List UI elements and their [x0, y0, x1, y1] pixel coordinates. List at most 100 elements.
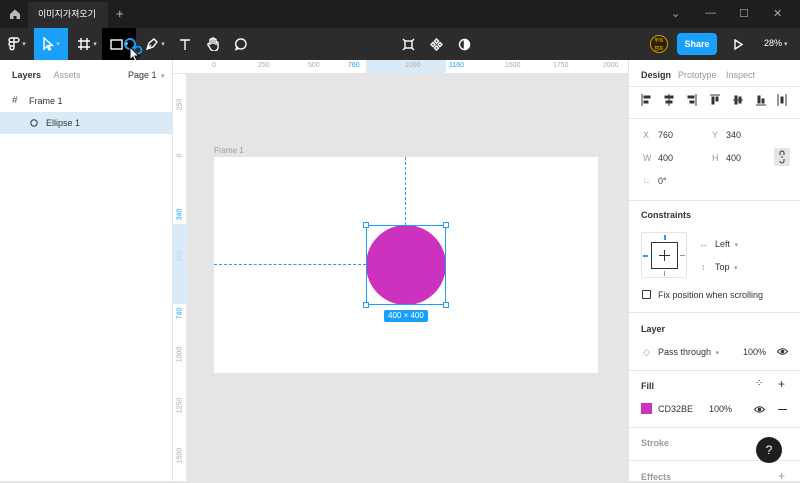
crop-frame-icon: [402, 38, 414, 50]
tab-inspect[interactable]: Inspect: [726, 70, 755, 80]
fill-color-swatch[interactable]: [641, 403, 652, 414]
blend-mode-value: Pass through: [658, 347, 712, 357]
tab-layers[interactable]: Layers: [12, 70, 41, 80]
vertical-ruler: 250 0 340 500 740 1000 1250 1500: [173, 74, 187, 481]
fix-position-checkbox[interactable]: [642, 290, 651, 299]
layer-opacity-input[interactable]: 100%: [743, 347, 766, 357]
tab-assets[interactable]: Assets: [54, 70, 81, 80]
new-tab-button[interactable]: +: [116, 6, 124, 21]
hand-tool[interactable]: [200, 28, 226, 60]
ruler-tick: 1160: [449, 62, 465, 69]
styles-icon[interactable]: ⁘: [755, 378, 763, 389]
main-menu-button[interactable]: ▾: [0, 28, 34, 60]
align-center-h-icon[interactable]: [664, 94, 674, 106]
maximize-button[interactable]: ☐: [739, 7, 749, 20]
ruler-tick: 340: [176, 208, 184, 221]
align-top-icon[interactable]: [710, 94, 720, 105]
chevron-down-icon: ▾: [734, 265, 738, 272]
ruler-tick: 0: [176, 153, 184, 158]
constrain-proportions-button[interactable]: [774, 148, 790, 166]
layer-row-ellipse[interactable]: Ellipse 1: [0, 112, 173, 134]
share-button[interactable]: Share: [677, 33, 717, 55]
chevron-down-icon[interactable]: ⌄: [671, 7, 680, 20]
zoom-value: 28%: [764, 38, 783, 48]
size-badge: 400 × 400: [384, 310, 428, 322]
fill-hex-input[interactable]: CD32BE: [658, 404, 693, 414]
properties-panel: Design Prototype Inspect X 760 Y 340 W 4…: [628, 60, 800, 483]
constraint-right-indicator[interactable]: [680, 255, 685, 256]
title-bar: 이미지가져오기 + ⌄ — ☐ ✕: [0, 0, 800, 28]
zoom-dropdown[interactable]: 28% ▾: [764, 38, 788, 48]
y-input[interactable]: 340: [726, 130, 741, 140]
fill-opacity-input[interactable]: 100%: [709, 404, 732, 414]
frame-icon: #: [12, 95, 18, 106]
align-bottom-icon[interactable]: [756, 95, 766, 106]
divider: [629, 427, 800, 428]
divider: [629, 312, 800, 313]
mask-button[interactable]: [452, 28, 476, 60]
frame-tool[interactable]: ▾: [72, 28, 102, 60]
ellipse-icon: [30, 119, 38, 127]
minimize-button[interactable]: —: [705, 7, 716, 19]
w-input[interactable]: 400: [658, 153, 673, 163]
x-input[interactable]: 760: [658, 130, 673, 140]
frame-icon: [78, 38, 91, 50]
align-center-v-icon[interactable]: [733, 95, 743, 105]
constraint-top-indicator[interactable]: [664, 235, 666, 240]
move-tool[interactable]: ▾: [34, 28, 68, 60]
selection-box: [366, 225, 446, 305]
stroke-section-title: Stroke: [641, 438, 670, 448]
align-left-icon[interactable]: [641, 94, 651, 106]
present-button[interactable]: [728, 28, 748, 60]
eye-icon[interactable]: [777, 347, 788, 356]
ruler-tick: 1500: [505, 62, 521, 69]
comment-icon: [234, 38, 247, 51]
alignment-toolbar: [641, 94, 787, 106]
comment-tool[interactable]: [228, 28, 254, 60]
horizontal-constraint-select[interactable]: Left ▾: [715, 239, 738, 249]
close-button[interactable]: ✕: [773, 7, 782, 20]
component-tool[interactable]: [396, 28, 420, 60]
vertical-constraint-value: Top: [715, 262, 730, 272]
frame-label[interactable]: Frame 1: [214, 146, 244, 155]
blend-mode-icon: ◇: [643, 347, 650, 357]
layer-row-frame[interactable]: # Frame 1: [0, 90, 173, 112]
remove-fill-button[interactable]: [778, 409, 787, 410]
fix-position-label: Fix position when scrolling: [658, 290, 764, 300]
constraints-widget[interactable]: [641, 232, 687, 278]
resize-handle[interactable]: [443, 222, 449, 228]
layers-panel: Layers Assets Page 1 ▾ # Frame 1 Ellipse…: [0, 60, 173, 481]
chevron-down-icon: ▾: [784, 41, 788, 48]
distribute-icon[interactable]: [777, 94, 787, 106]
help-button[interactable]: ?: [756, 437, 782, 463]
horizontal-constraint-icon: ↔: [699, 239, 708, 249]
add-fill-button[interactable]: +: [778, 377, 785, 391]
vertical-constraint-select[interactable]: Top ▾: [715, 262, 738, 272]
ruler-tick: 1250: [176, 397, 184, 414]
component-button[interactable]: [424, 28, 448, 60]
h-input[interactable]: 400: [726, 153, 741, 163]
eye-icon[interactable]: [754, 405, 765, 414]
resize-handle[interactable]: [363, 222, 369, 228]
resize-handle[interactable]: [443, 302, 449, 308]
align-right-icon[interactable]: [687, 94, 697, 106]
avatar[interactable]: 부트 캠프: [650, 35, 668, 53]
x-label: X: [643, 130, 650, 140]
figma-logo-icon: [8, 37, 20, 51]
constraint-left-indicator[interactable]: [643, 255, 648, 257]
rotation-input[interactable]: 0°: [658, 176, 667, 186]
layer-name: Frame 1: [29, 96, 63, 106]
text-tool[interactable]: [172, 28, 198, 60]
page-selector[interactable]: Page 1 ▾: [128, 70, 165, 80]
resize-handle[interactable]: [363, 302, 369, 308]
tab-prototype[interactable]: Prototype: [678, 70, 717, 80]
tab-design[interactable]: Design: [641, 70, 671, 80]
ruler-tick: 250: [258, 62, 270, 69]
home-icon[interactable]: [8, 7, 22, 21]
constraint-bottom-indicator[interactable]: [664, 271, 665, 276]
ruler-tick: 1750: [553, 62, 569, 69]
file-tab[interactable]: 이미지가져오기: [28, 2, 108, 28]
chevron-down-icon: ▾: [715, 350, 720, 357]
blend-mode-select[interactable]: Pass through ▾: [658, 347, 719, 357]
measurement-guide-vertical: [405, 157, 406, 225]
